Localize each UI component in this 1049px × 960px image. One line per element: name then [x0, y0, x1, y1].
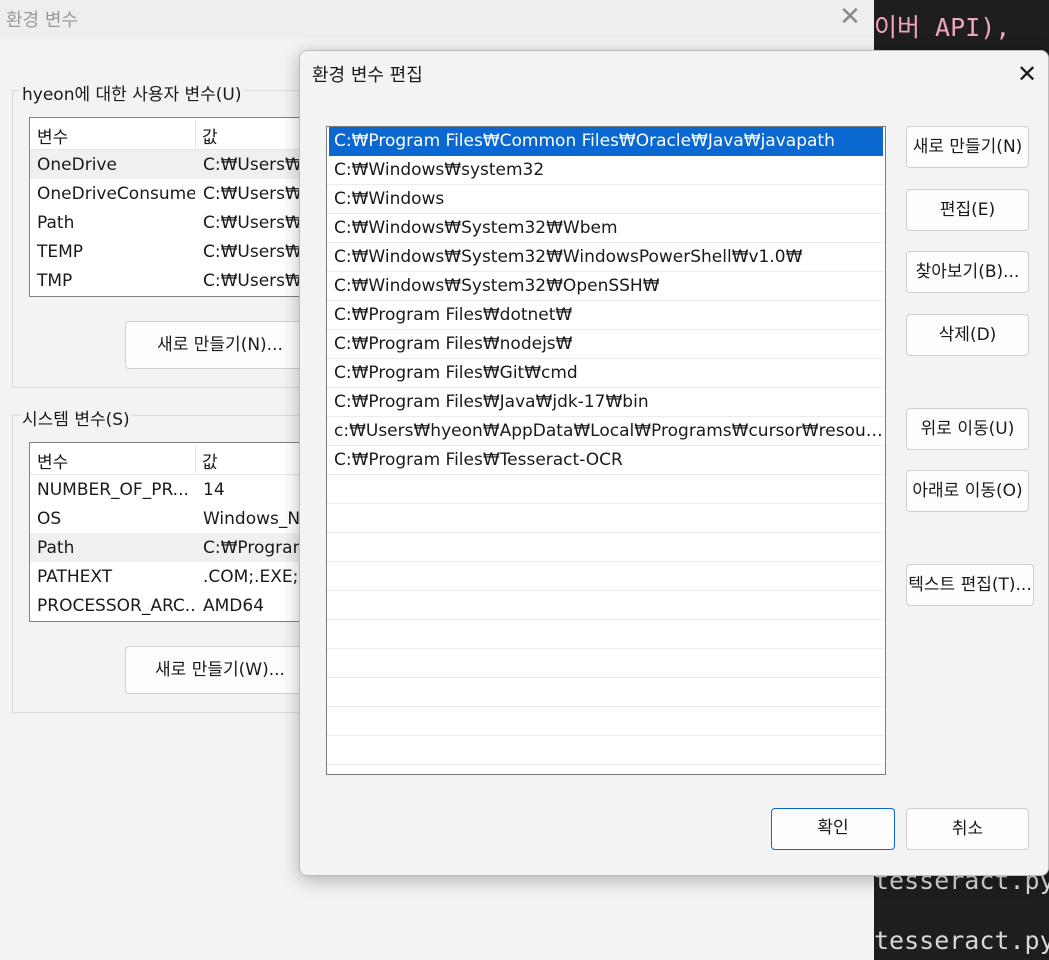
move-down-button[interactable]: 아래로 이동(O)	[906, 470, 1029, 512]
edit-text-button[interactable]: 텍스트 편집(T)...	[906, 564, 1034, 606]
empty-list-row[interactable]	[327, 620, 885, 649]
column-header-value[interactable]: 값	[202, 123, 218, 148]
edit-environment-variable-dialog: 환경 변수 편집 ✕ C:₩Program Files₩Common Files…	[299, 50, 1049, 876]
variable-name: PROCESSOR_ARC...	[37, 596, 195, 616]
close-icon[interactable]: ✕	[1012, 59, 1042, 89]
ok-button[interactable]: 확인	[771, 808, 895, 850]
empty-list-row[interactable]	[327, 475, 885, 504]
window-title: 환경 변수	[6, 10, 78, 31]
empty-list-row[interactable]	[327, 707, 885, 736]
variable-value: C:₩Users₩h	[203, 155, 309, 175]
variable-value: 14	[203, 480, 225, 500]
cancel-button[interactable]: 취소	[906, 808, 1029, 850]
table-row[interactable]: OneDrive C:₩Users₩h	[30, 150, 308, 179]
new-button[interactable]: 새로 만들기(N)	[906, 126, 1029, 168]
variable-value: C:₩Users₩h	[203, 271, 309, 291]
variable-value: AMD64	[203, 596, 265, 616]
move-up-button[interactable]: 위로 이동(U)	[906, 408, 1029, 450]
variable-value: C:₩Users₩h	[203, 213, 309, 233]
dialog-title: 환경 변수 편집	[312, 65, 423, 86]
variable-value: C:₩Users₩h	[203, 184, 309, 204]
table-row[interactable]: Path C:₩Program	[30, 533, 308, 562]
column-header-name[interactable]: 변수	[37, 123, 68, 148]
list-item[interactable]: C:₩Windows₩system32	[327, 156, 885, 185]
system-variables-list[interactable]: 변수 값 NUMBER_OF_PR... 14 OS Windows_N Pat…	[29, 442, 309, 622]
column-divider[interactable]	[195, 445, 196, 473]
list-item[interactable]: C:₩Windows₩System32₩OpenSSH₩	[327, 272, 885, 301]
list-item[interactable]: C:₩Windows₩System32₩WindowsPowerShell₩v1…	[327, 243, 885, 272]
column-header-name[interactable]: 변수	[37, 448, 68, 473]
variable-name: TMP	[37, 271, 73, 291]
list-header: 변수 값	[30, 118, 308, 150]
new-system-variable-button[interactable]: 새로 만들기(W)...	[125, 646, 315, 694]
variable-value: C:₩Program	[203, 538, 309, 558]
list-header: 변수 값	[30, 443, 308, 475]
list-item[interactable]: C:₩Program Files₩Tesseract-OCR	[327, 446, 885, 475]
system-variables-label: 시스템 변수(S)	[20, 405, 132, 430]
empty-list-row[interactable]	[327, 736, 885, 765]
empty-list-row[interactable]	[327, 504, 885, 533]
column-divider[interactable]	[195, 120, 196, 148]
empty-list-row[interactable]	[327, 533, 885, 562]
variable-name: Path	[37, 538, 75, 558]
terminal-text-top: 이버 API),	[874, 13, 1011, 42]
list-item[interactable]: C:₩Program Files₩nodejs₩	[327, 330, 885, 359]
list-item[interactable]: C:₩Program Files₩dotnet₩	[327, 301, 885, 330]
empty-list-row[interactable]	[327, 591, 885, 620]
table-row[interactable]: TEMP C:₩Users₩h	[30, 237, 308, 266]
new-user-variable-button[interactable]: 새로 만들기(N)...	[125, 321, 315, 369]
list-item[interactable]: C:₩Windows	[327, 185, 885, 214]
browse-button[interactable]: 찾아보기(B)...	[906, 251, 1029, 293]
table-row[interactable]: NUMBER_OF_PR... 14	[30, 475, 308, 504]
variable-value: C:₩Users₩h	[203, 242, 309, 262]
variable-name: Path	[37, 213, 75, 233]
variable-name: PATHEXT	[37, 567, 113, 587]
user-variables-list[interactable]: 변수 값 OneDrive C:₩Users₩h OneDriveConsume…	[29, 117, 309, 297]
table-row[interactable]: OneDriveConsumer C:₩Users₩h	[30, 179, 308, 208]
list-item[interactable]: C:₩Program Files₩Common Files₩Oracle₩Jav…	[329, 127, 883, 156]
list-item[interactable]: C:₩Program Files₩Java₩jdk-17₩bin	[327, 388, 885, 417]
variable-name: TEMP	[37, 242, 84, 262]
empty-list-row[interactable]	[327, 562, 885, 591]
table-row[interactable]: PATHEXT .COM;.EXE;.B	[30, 562, 308, 591]
empty-list-row[interactable]	[327, 678, 885, 707]
window-titlebar: 환경 변수 ✕	[0, 0, 874, 38]
column-header-value[interactable]: 값	[202, 448, 218, 473]
edit-button[interactable]: 편집(E)	[906, 189, 1029, 231]
variable-value: .COM;.EXE;.B	[203, 567, 309, 587]
list-item[interactable]: C:₩Program Files₩Git₩cmd	[327, 359, 885, 388]
path-list[interactable]: C:₩Program Files₩Common Files₩Oracle₩Jav…	[326, 126, 886, 775]
variable-name: OneDrive	[37, 155, 117, 175]
variable-name: OneDriveConsumer	[37, 184, 195, 204]
variable-name: NUMBER_OF_PR...	[37, 480, 189, 500]
empty-list-row[interactable]	[327, 649, 885, 678]
variable-name: OS	[37, 509, 62, 529]
delete-button[interactable]: 삭제(D)	[906, 314, 1029, 356]
table-row[interactable]: PROCESSOR_ARC... AMD64	[30, 591, 308, 620]
list-item[interactable]: C:₩Windows₩System32₩Wbem	[327, 214, 885, 243]
user-variables-label: hyeon에 대한 사용자 변수(U)	[20, 80, 244, 105]
table-row[interactable]: OS Windows_N	[30, 504, 308, 533]
variable-value: Windows_N	[203, 509, 301, 529]
close-icon[interactable]: ✕	[834, 2, 866, 32]
table-row[interactable]: Path C:₩Users₩h	[30, 208, 308, 237]
table-row[interactable]: TMP C:₩Users₩h	[30, 266, 308, 295]
list-item[interactable]: c:₩Users₩hyeon₩AppData₩Local₩Programs₩cu…	[327, 417, 885, 446]
terminal-text-line: tesseract.py	[874, 926, 1049, 955]
